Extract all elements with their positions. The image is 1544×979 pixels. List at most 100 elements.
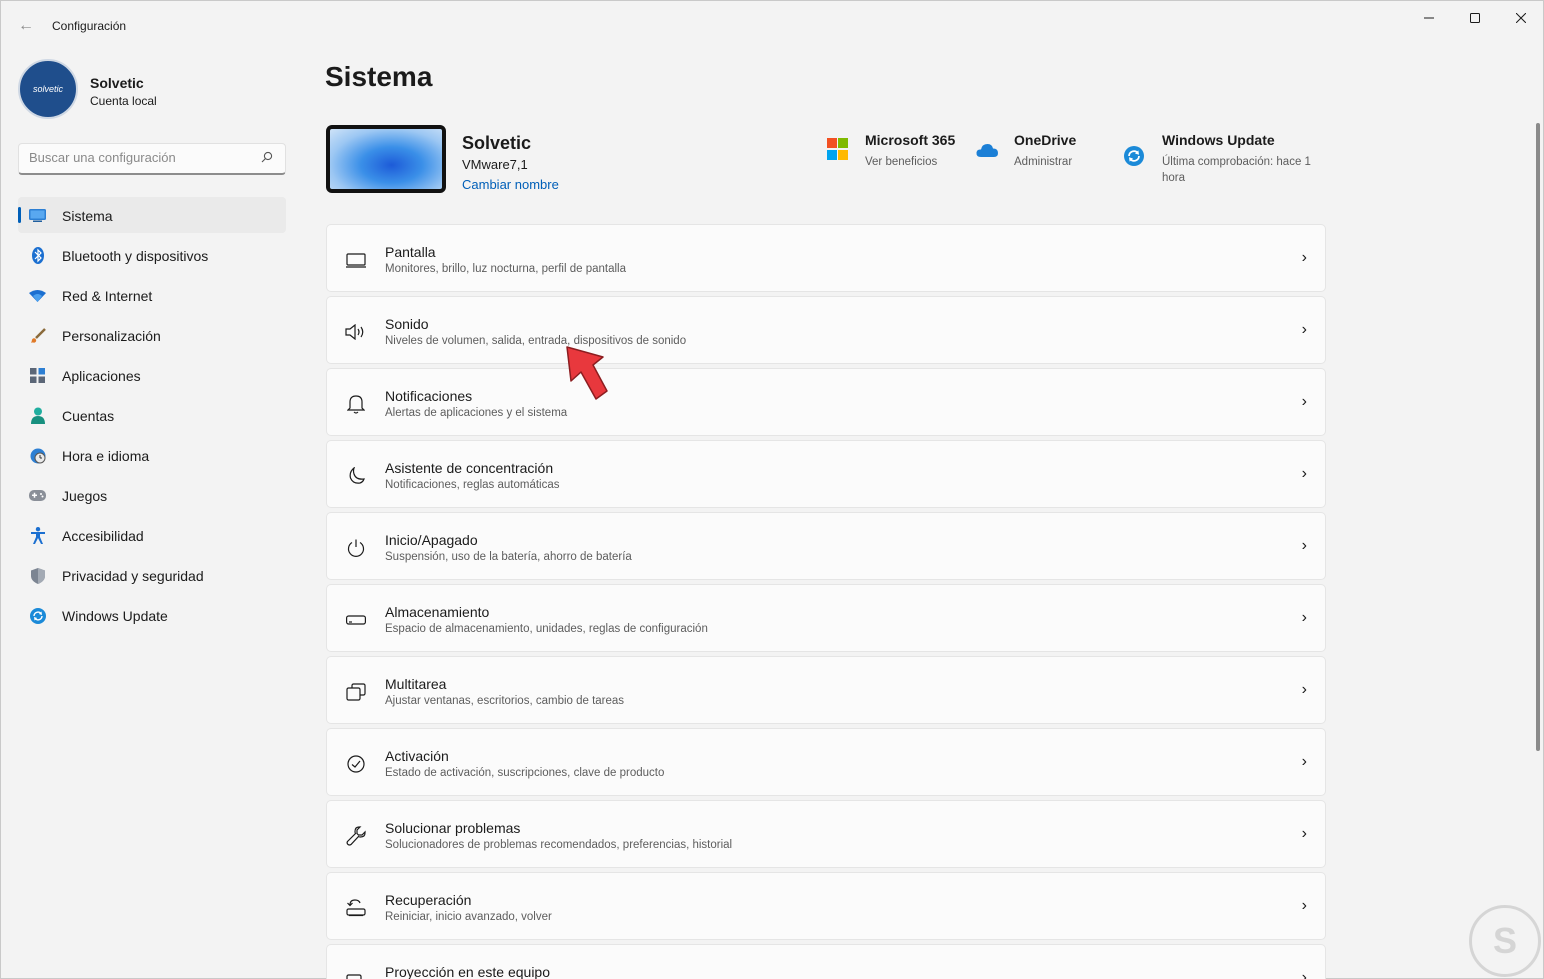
sidebar-item-windows-update[interactable]: Windows Update: [18, 597, 286, 633]
card-title: Sonido: [385, 316, 429, 332]
avatar-logo-text: solvetic: [32, 84, 63, 94]
accessibility-icon: [29, 527, 46, 544]
card-title: Recuperación: [385, 892, 472, 908]
window-title: Configuración: [52, 19, 127, 33]
sidebar-item-hora[interactable]: Hora e idioma: [18, 437, 286, 473]
card-title: Multitarea: [385, 676, 447, 692]
quick-link-title: Windows Update: [1162, 132, 1275, 148]
arrow-left-icon: ←: [18, 17, 34, 34]
settings-window: ← Configuración solvetic Solvetic Cuenta…: [0, 0, 1544, 979]
sidebar-item-privacidad[interactable]: Privacidad y seguridad: [18, 557, 286, 593]
search-input[interactable]: [29, 150, 249, 165]
update-icon: [29, 607, 46, 624]
settings-card-multitarea[interactable]: Multitarea Ajustar ventanas, escritorios…: [326, 656, 1326, 724]
power-icon: [345, 537, 367, 559]
bluetooth-icon: [29, 247, 46, 264]
card-subtitle: Solucionadores de problemas recomendados…: [385, 839, 733, 851]
card-title: Proyección en este equipo: [385, 964, 550, 979]
sidebar-item-label: Bluetooth y dispositivos: [62, 248, 209, 264]
scrollbar[interactable]: [1536, 123, 1540, 751]
device-name: Solvetic: [462, 133, 532, 153]
device-wallpaper-thumbnail: [326, 125, 446, 193]
card-subtitle: Alertas de aplicaciones y el sistema: [385, 407, 568, 419]
quick-link-subtitle: Administrar: [1014, 156, 1073, 168]
sidebar-item-label: Cuentas: [62, 408, 115, 424]
minimize-icon: [1424, 17, 1434, 19]
card-subtitle: Estado de activación, suscripciones, cla…: [385, 767, 665, 779]
settings-card-pantalla[interactable]: Pantalla Monitores, brillo, luz nocturna…: [326, 224, 1326, 292]
settings-card-solucionar-problemas[interactable]: Solucionar problemas Solucionadores de p…: [326, 800, 1326, 868]
chevron-right-icon: ›: [1301, 753, 1307, 770]
card-title: Almacenamiento: [385, 604, 490, 620]
sidebar-item-aplicaciones[interactable]: Aplicaciones: [18, 357, 286, 393]
wallpaper-preview: [330, 129, 442, 189]
card-subtitle: Reiniciar, inicio avanzado, volver: [385, 911, 552, 923]
chevron-right-icon: ›: [1301, 609, 1307, 626]
settings-card-notificaciones[interactable]: Notificaciones Alertas de aplicaciones y…: [326, 368, 1326, 436]
settings-card-proyeccion[interactable]: Proyección en este equipo ›: [326, 944, 1326, 979]
search-box[interactable]: [18, 143, 286, 175]
card-subtitle: Notificaciones, reglas automáticas: [385, 479, 560, 491]
sidebar-item-cuentas[interactable]: Cuentas: [18, 397, 286, 433]
close-button[interactable]: [1498, 1, 1544, 35]
settings-card-recuperacion[interactable]: Recuperación Reiniciar, inicio avanzado,…: [326, 872, 1326, 940]
title-bar: ← Configuración: [1, 1, 1543, 51]
sidebar-item-juegos[interactable]: Juegos: [18, 477, 286, 513]
chevron-right-icon: ›: [1301, 969, 1307, 979]
storage-icon: [345, 609, 367, 631]
annotation-arrow-icon: [566, 346, 608, 400]
projection-icon: [345, 969, 367, 979]
chevron-right-icon: ›: [1301, 321, 1307, 338]
shield-icon: [29, 567, 46, 584]
sidebar-item-label: Windows Update: [62, 608, 168, 624]
quick-link-title: Microsoft 365: [865, 132, 956, 148]
sidebar-item-label: Juegos: [62, 488, 108, 504]
card-title: Inicio/Apagado: [385, 532, 478, 548]
rename-device-link[interactable]: Cambiar nombre: [462, 177, 559, 192]
settings-card-activacion[interactable]: Activación Estado de activación, suscrip…: [326, 728, 1326, 796]
card-subtitle: Ajustar ventanas, escritorios, cambio de…: [385, 695, 625, 707]
back-button[interactable]: ←: [11, 13, 41, 39]
chevron-right-icon: ›: [1301, 393, 1307, 410]
card-subtitle: Espacio de almacenamiento, unidades, reg…: [385, 623, 708, 635]
settings-card-inicio-apagado[interactable]: Inicio/Apagado Suspensión, uso de la bat…: [326, 512, 1326, 580]
chevron-right-icon: ›: [1301, 249, 1307, 266]
minimize-button[interactable]: [1406, 1, 1452, 35]
quick-link-title: OneDrive: [1014, 132, 1077, 148]
chevron-right-icon: ›: [1301, 465, 1307, 482]
card-subtitle: Monitores, brillo, luz nocturna, perfil …: [385, 263, 626, 275]
sidebar-item-accesibilidad[interactable]: Accesibilidad: [18, 517, 286, 553]
quick-link-subtitle: Ver beneficios: [865, 156, 938, 168]
search-icon[interactable]: [261, 151, 273, 166]
moon-icon: [345, 465, 367, 487]
sidebar-item-label: Red & Internet: [62, 288, 153, 304]
sidebar-item-label: Hora e idioma: [62, 448, 150, 464]
profile-name: Solvetic: [90, 75, 144, 91]
globe-clock-icon: [29, 447, 46, 464]
maximize-button[interactable]: [1452, 1, 1498, 35]
sidebar-item-red[interactable]: Red & Internet: [18, 277, 286, 313]
bell-icon: [345, 393, 367, 415]
sidebar-item-bluetooth[interactable]: Bluetooth y dispositivos: [18, 237, 286, 273]
maximize-icon: [1470, 13, 1480, 23]
page-title: Sistema: [325, 61, 433, 92]
settings-list: Pantalla Monitores, brillo, luz nocturna…: [326, 224, 1326, 979]
user-profile[interactable]: solvetic Solvetic Cuenta local: [18, 59, 278, 119]
sidebar-item-label: Sistema: [62, 208, 113, 224]
apps-icon: [29, 367, 46, 384]
sidebar-item-personalizacion[interactable]: Personalización: [18, 317, 286, 353]
sidebar-nav: Sistema Bluetooth y dispositivos Red & I…: [18, 197, 286, 637]
card-title: Solucionar problemas: [385, 820, 521, 836]
profile-account-type: Cuenta local: [90, 94, 157, 108]
chevron-right-icon: ›: [1301, 825, 1307, 842]
settings-card-asistente-concentracion[interactable]: Asistente de concentración Notificacione…: [326, 440, 1326, 508]
settings-card-almacenamiento[interactable]: Almacenamiento Espacio de almacenamiento…: [326, 584, 1326, 652]
sidebar-item-sistema[interactable]: Sistema: [18, 197, 286, 233]
sidebar-item-label: Personalización: [62, 328, 161, 344]
card-title: Pantalla: [385, 244, 436, 260]
display-icon: [345, 249, 367, 271]
monitor-icon: [29, 207, 46, 224]
close-icon: [1516, 13, 1526, 23]
multitask-icon: [345, 681, 367, 703]
settings-card-sonido[interactable]: Sonido Niveles de volumen, salida, entra…: [326, 296, 1326, 364]
